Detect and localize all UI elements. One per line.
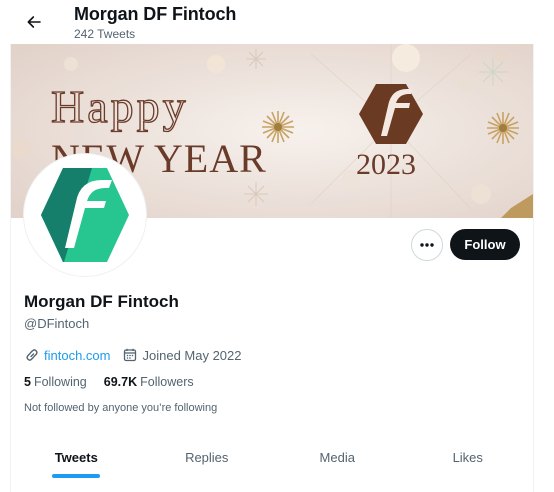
firework-icon <box>479 58 507 86</box>
calendar-icon <box>122 347 138 363</box>
following-label: Following <box>33 375 87 389</box>
back-button[interactable] <box>20 10 48 34</box>
active-tab-indicator <box>52 474 101 478</box>
followers-count: 69.7K <box>103 375 138 389</box>
firework-icon <box>246 49 266 69</box>
banner-year-text: 2023 <box>356 148 416 181</box>
website-link[interactable]: fintoch.com <box>44 348 110 363</box>
bokeh-circle <box>392 44 420 72</box>
top-bar: Morgan DF Fintoch 242 Tweets <box>0 0 554 44</box>
followers-label: Followers <box>140 375 194 389</box>
arrow-left-icon <box>27 16 41 28</box>
profile-tabs: Tweets Replies Media Likes <box>11 434 533 480</box>
avatar-logo-icon <box>41 168 129 262</box>
tab-likes[interactable]: Likes <box>403 434 534 480</box>
frame-right-border <box>533 44 534 492</box>
profile-name: Morgan DF Fintoch <box>24 292 179 311</box>
bokeh-circle <box>458 76 474 92</box>
tweet-count: 242 Tweets <box>74 27 136 41</box>
link-icon <box>24 347 40 363</box>
tab-tweets[interactable]: Tweets <box>11 434 142 480</box>
tab-label: Replies <box>185 449 229 465</box>
profile-meta-row: fintoch.com Joined May 2022 <box>24 346 242 364</box>
profile-stats: 5 Following 69.7K Followers <box>24 375 211 389</box>
bokeh-circle <box>64 57 78 71</box>
following-count: 5 <box>24 375 31 389</box>
bokeh-circle <box>471 184 491 204</box>
page-title: Morgan DF Fintoch <box>74 4 237 24</box>
tab-label: Tweets <box>54 449 98 465</box>
tab-replies[interactable]: Replies <box>142 434 273 480</box>
following-stat[interactable]: 5 Following <box>24 375 87 389</box>
followers-stat[interactable]: 69.7K Followers <box>104 375 194 389</box>
tab-label: Likes <box>452 449 483 465</box>
banner-happy-text: Happy <box>51 81 189 132</box>
joined-date: Joined May 2022 <box>142 347 242 363</box>
follow-button[interactable]: Follow <box>450 229 520 260</box>
more-options-button[interactable] <box>411 229 443 261</box>
profile-handle: @DFintoch <box>24 316 90 331</box>
social-context-text: Not followed by anyone you’re following <box>24 402 218 414</box>
tab-label: Media <box>319 449 355 465</box>
bokeh-circle <box>11 138 31 158</box>
profile-avatar[interactable] <box>24 154 146 276</box>
tab-media[interactable]: Media <box>272 434 403 480</box>
bokeh-circle <box>207 55 225 73</box>
more-horizontal-icon <box>420 243 434 247</box>
bokeh-circle <box>495 50 507 62</box>
